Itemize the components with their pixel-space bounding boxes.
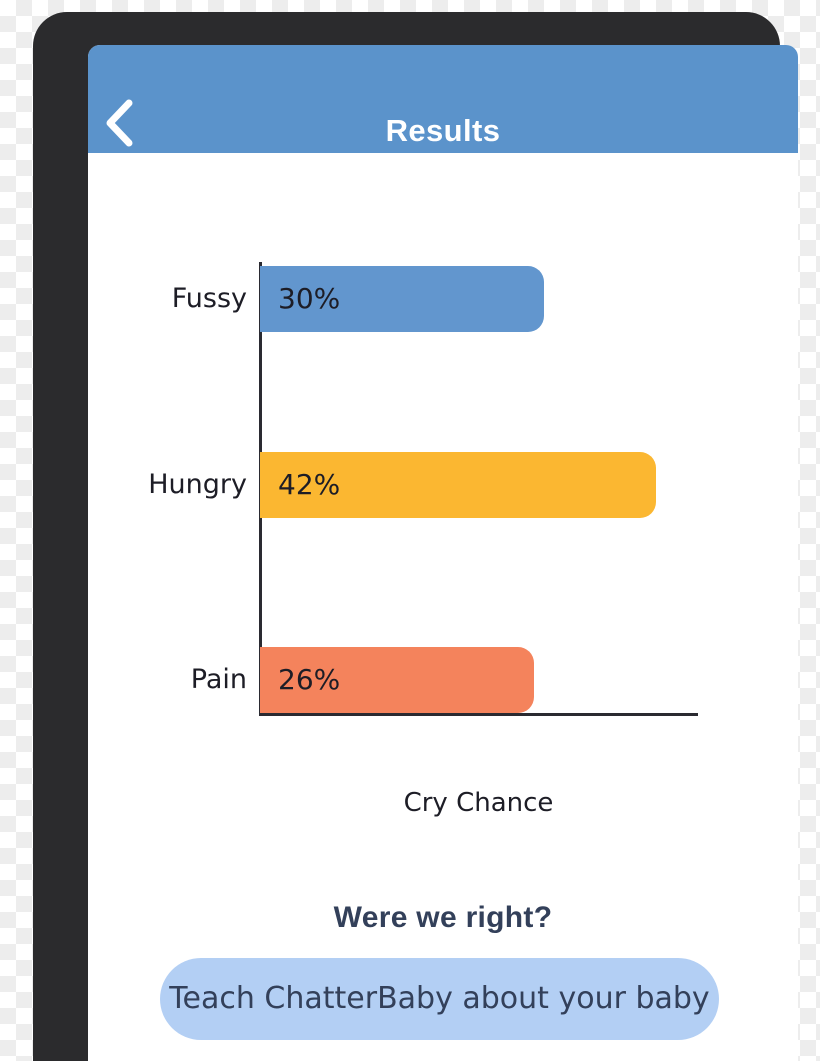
bar-category-label-fussy: Fussy <box>171 283 247 314</box>
table-row: Pain 26% <box>88 647 798 713</box>
app-header: Results <box>88 45 798 153</box>
chart-x-axis-line <box>259 713 698 716</box>
phone-device-frame: Results Fussy 30% Hungry 42% Pain 26% Cr… <box>33 12 798 1061</box>
page-title-text: Results <box>385 113 501 148</box>
bar-fussy: 30% <box>260 266 544 332</box>
bar-value-label-hungry: 42% <box>278 468 341 501</box>
chart-x-axis-label: Cry Chance <box>403 788 554 818</box>
feedback-question: Were we right? <box>333 901 553 934</box>
screenshot-canvas: Results Fussy 30% Hungry 42% Pain 26% Cr… <box>0 0 820 1061</box>
cry-chance-bar-chart: Fussy 30% Hungry 42% Pain 26% Cry Chance <box>88 153 798 853</box>
bar-category-label-pain: Pain <box>190 664 247 695</box>
bar-value-label-fussy: 30% <box>278 282 341 315</box>
teach-chatterbaby-button[interactable]: Teach ChatterBaby about your baby <box>160 958 719 1040</box>
bar-pain: 26% <box>260 647 534 713</box>
phone-screen: Results Fussy 30% Hungry 42% Pain 26% Cr… <box>88 45 798 1061</box>
table-row: Hungry 42% <box>88 452 798 518</box>
bar-hungry: 42% <box>260 452 656 518</box>
bar-category-label-hungry: Hungry <box>148 469 247 500</box>
page-title: Results <box>88 45 798 153</box>
table-row: Fussy 30% <box>88 266 798 332</box>
bar-value-label-pain: 26% <box>278 663 341 696</box>
